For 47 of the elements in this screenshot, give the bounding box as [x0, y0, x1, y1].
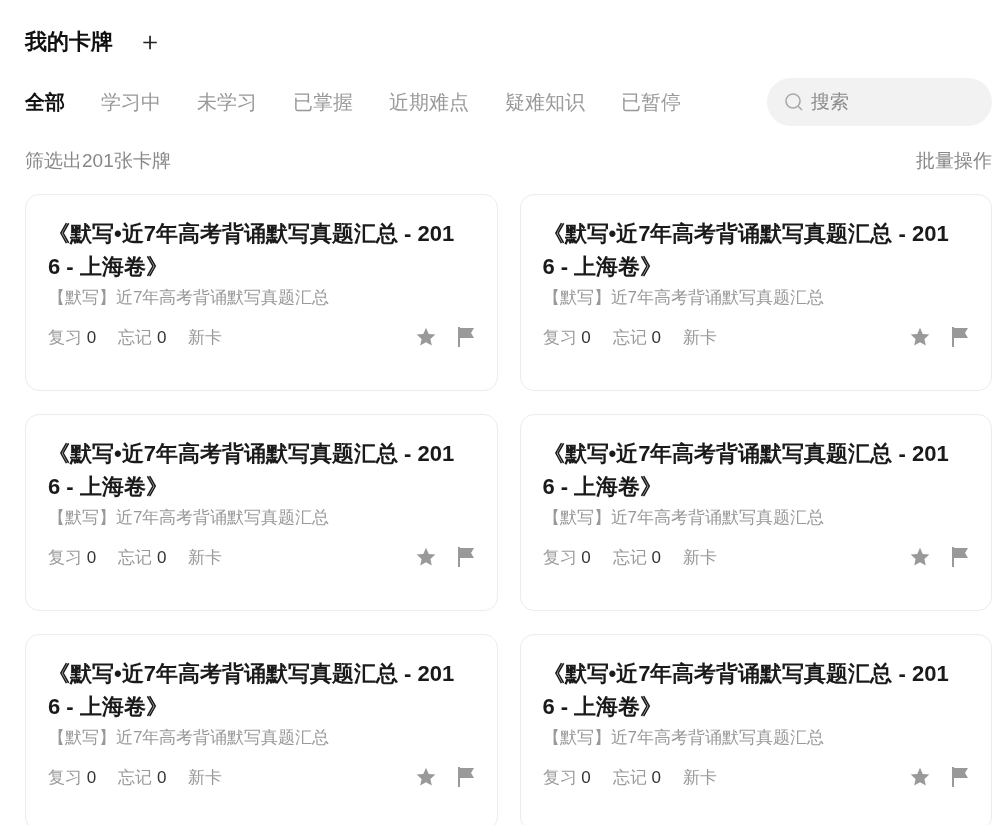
review-stat: 复习 0 — [542, 766, 591, 789]
card-title: 《默写•近7年高考背诵默写真题汇总 - 2016 - 上海卷》 — [542, 660, 950, 721]
flag-icon[interactable] — [951, 326, 969, 349]
deck-name: 【默写】近7年高考背诵默写真题汇总 — [48, 287, 331, 309]
review-stat: 复习 0 — [48, 766, 97, 789]
card-status: 新卡 — [682, 546, 717, 569]
deck-name: 【默写】近7年高考背诵默写真题汇总 — [542, 507, 825, 529]
deck-name: 【默写】近7年高考背诵默写真题汇总 — [542, 287, 825, 309]
filter-tab[interactable]: 全部 — [25, 87, 65, 117]
card[interactable]: 《默写•近7年高考背诵默写真题汇总 - 2016 - 上海卷》 【默写】近7年高考背诵默写真题汇总 复习 0 忘记 0 新卡 — [25, 414, 498, 611]
forget-stat: 忘记 0 — [612, 766, 661, 789]
card-status: 新卡 — [682, 766, 717, 789]
forget-stat: 忘记 0 — [118, 546, 167, 569]
card-title: 《默写•近7年高考背诵默写真题汇总 - 2016 - 上海卷》 — [48, 440, 456, 501]
card-title: 《默写•近7年高考背诵默写真题汇总 - 2016 - 上海卷》 — [48, 220, 456, 281]
flag-icon[interactable] — [951, 546, 969, 569]
search-field[interactable]: 搜索 — [767, 78, 992, 126]
forget-stat: 忘记 0 — [612, 326, 661, 349]
review-stat: 复习 0 — [48, 546, 97, 569]
card-status: 新卡 — [682, 326, 717, 349]
deck-name: 【默写】近7年高考背诵默写真题汇总 — [542, 727, 825, 749]
search-icon — [784, 92, 804, 112]
flag-icon[interactable] — [456, 766, 475, 789]
card[interactable]: 《默写•近7年高考背诵默写真题汇总 - 2016 - 上海卷》 【默写】近7年高考背诵默写真题汇总 复习 0 忘记 0 新卡 — [519, 414, 992, 611]
forget-stat: 忘记 0 — [118, 326, 167, 349]
forget-stat: 忘记 0 — [118, 766, 167, 789]
review-stat: 复习 0 — [542, 326, 591, 349]
flag-icon[interactable] — [951, 766, 969, 789]
card-title: 《默写•近7年高考背诵默写真题汇总 - 2016 - 上海卷》 — [48, 660, 456, 721]
deck-name: 【默写】近7年高考背诵默写真题汇总 — [48, 727, 331, 749]
review-stat: 复习 0 — [48, 326, 97, 349]
batch-action-link[interactable]: 批量操作 — [916, 146, 992, 176]
add-button[interactable]: ＋ — [137, 28, 163, 54]
flag-icon[interactable] — [456, 326, 475, 349]
page-title: 我的卡牌 — [25, 27, 113, 56]
review-stat: 复习 0 — [542, 546, 591, 569]
card-status: 新卡 — [188, 326, 223, 349]
card-status: 新卡 — [188, 766, 223, 789]
forget-stat: 忘记 0 — [612, 546, 661, 569]
card[interactable]: 《默写•近7年高考背诵默写真题汇总 - 2016 - 上海卷》 【默写】近7年高考背诵默写真题汇总 复习 0 忘记 0 新卡 — [519, 194, 992, 391]
card-title: 《默写•近7年高考背诵默写真题汇总 - 2016 - 上海卷》 — [542, 440, 950, 501]
flag-icon[interactable] — [456, 546, 475, 569]
deck-name: 【默写】近7年高考背诵默写真题汇总 — [48, 507, 331, 529]
card[interactable]: 《默写•近7年高考背诵默写真题汇总 - 2016 - 上海卷》 【默写】近7年高考背诵默写真题汇总 复习 0 忘记 0 新卡 — [25, 194, 498, 391]
result-count: 筛选出201张卡牌 — [25, 148, 171, 173]
card-status: 新卡 — [188, 546, 223, 569]
card-title: 《默写•近7年高考背诵默写真题汇总 - 2016 - 上海卷》 — [542, 220, 950, 281]
